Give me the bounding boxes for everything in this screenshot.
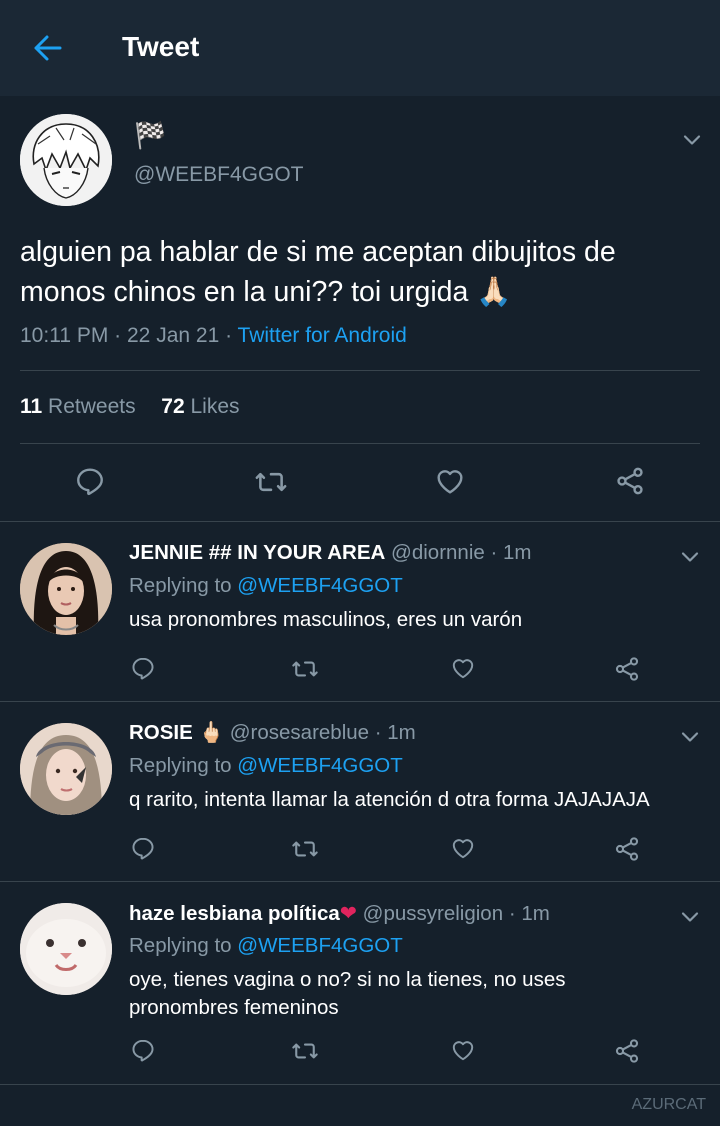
share-icon[interactable]	[613, 835, 641, 863]
likes-stat[interactable]: 72 Likes	[161, 395, 239, 418]
reply-text-line: usa pronombres masculinos, eres un varón	[129, 608, 523, 631]
share-icon[interactable]	[613, 655, 641, 683]
reply-time: · 1m	[369, 721, 416, 744]
retweet-icon[interactable]	[291, 835, 319, 863]
meta-separator: ·	[108, 324, 127, 347]
divider	[0, 701, 720, 702]
reply-text: usa pronombres masculinos, eres un varón	[129, 606, 522, 634]
reply-header: haze lesbiana política❤ @pussyreligion ·…	[129, 901, 550, 926]
reply-author-handle[interactable]: @rosesareblue	[230, 721, 369, 744]
divider	[0, 1084, 720, 1085]
tweet-text: alguien pa hablar de si me aceptan dibuj…	[20, 232, 616, 312]
reply-author-name[interactable]: ROSIE	[129, 721, 193, 744]
tweet-source-link[interactable]: Twitter for Android	[238, 324, 407, 347]
retweet-icon[interactable]	[291, 1037, 319, 1065]
divider	[20, 443, 700, 444]
replying-to-label: Replying to	[129, 754, 232, 777]
divider	[0, 521, 720, 522]
reply-text: oye, tienes vagina o no? si no la tienes…	[129, 966, 566, 1022]
retweets-stat[interactable]: 11 Retweets	[20, 395, 136, 418]
tweet-meta: 10:11 PM · 22 Jan 21 · Twitter for Andro…	[20, 324, 407, 348]
replying-to: Replying to @WEEBF4GGOT	[129, 934, 403, 958]
tweet-stats: 11 Retweets 72 Likes	[20, 395, 240, 419]
chevron-down-icon[interactable]	[678, 725, 702, 749]
reply-author-name[interactable]: haze lesbiana política	[129, 902, 340, 925]
replying-to-handle[interactable]: @WEEBF4GGOT	[237, 574, 402, 597]
author-avatar[interactable]	[20, 114, 112, 206]
retweets-label: Retweets	[48, 395, 136, 418]
share-icon[interactable]	[613, 1037, 641, 1065]
tweet-text-line: monos chinos en la uni?? toi urgida 🙏🏻	[20, 272, 616, 312]
back-arrow-icon[interactable]	[30, 30, 66, 66]
reply-icon[interactable]	[74, 465, 106, 497]
chevron-down-icon[interactable]	[678, 905, 702, 929]
reply-text-line: q rarito, intenta llamar la atención d o…	[129, 788, 650, 811]
retweet-icon[interactable]	[291, 655, 319, 683]
tweet-emoji: 🙏🏻	[476, 276, 512, 308]
tweet-text-line: alguien pa hablar de si me aceptan dibuj…	[20, 236, 616, 268]
author-name-emoji: 🏁	[134, 120, 167, 150]
tweet-text-line-2: monos chinos en la uni?? toi urgida	[20, 276, 469, 308]
reply-icon[interactable]	[130, 835, 156, 861]
replying-to-handle[interactable]: @WEEBF4GGOT	[237, 754, 402, 777]
reply-time: · 1m	[503, 902, 550, 925]
chevron-down-icon[interactable]	[680, 128, 704, 152]
like-icon[interactable]	[450, 1037, 476, 1063]
reply-text: q rarito, intenta llamar la atención d o…	[129, 786, 650, 814]
reply-header: JENNIE ## IN YOUR AREA @diornnie · 1m	[129, 541, 532, 565]
replying-to: Replying to @WEEBF4GGOT	[129, 754, 403, 778]
replying-to-label: Replying to	[129, 934, 232, 957]
likes-label: Likes	[190, 395, 240, 418]
reply-author-handle[interactable]: @pussyreligion	[363, 902, 503, 925]
likes-count: 72	[161, 395, 185, 418]
replying-to: Replying to @WEEBF4GGOT	[129, 574, 403, 598]
like-icon[interactable]	[450, 835, 476, 861]
reply-name-emoji: 🖕🏻	[198, 721, 225, 744]
replying-to-label: Replying to	[129, 574, 232, 597]
divider	[20, 370, 700, 371]
tweet-date: 22 Jan 21	[127, 324, 220, 347]
replying-to-handle[interactable]: @WEEBF4GGOT	[237, 934, 402, 957]
reply-avatar[interactable]	[20, 903, 112, 995]
retweets-count: 11	[20, 395, 43, 418]
top-bar: Tweet	[0, 0, 720, 96]
reply-text-line: oye, tienes vagina o no? si no la tienes…	[129, 968, 566, 991]
reply-icon[interactable]	[130, 1037, 156, 1063]
divider	[0, 881, 720, 882]
like-icon[interactable]	[434, 465, 466, 497]
reply-author-handle[interactable]: @diornnie	[391, 541, 485, 564]
tweet-time: 10:11 PM	[20, 324, 109, 347]
reply-avatar[interactable]	[20, 723, 112, 815]
meta-separator: ·	[219, 324, 238, 347]
author-handle[interactable]: @WEEBF4GGOT	[134, 163, 304, 187]
reply-icon[interactable]	[130, 655, 156, 681]
watermark: AZURCAT	[631, 1096, 706, 1113]
reply-header: ROSIE 🖕🏻 @rosesareblue · 1m	[129, 721, 416, 745]
share-icon[interactable]	[614, 465, 646, 497]
page-title: Tweet	[122, 31, 200, 62]
reply-avatar[interactable]	[20, 543, 112, 635]
reply-author-name[interactable]: JENNIE ## IN YOUR AREA	[129, 541, 385, 564]
reply-text-line: pronombres femeninos	[129, 996, 339, 1019]
like-icon[interactable]	[450, 655, 476, 681]
reply-time: · 1m	[484, 541, 532, 564]
reply-name-emoji: ❤	[339, 902, 357, 925]
retweet-icon[interactable]	[254, 465, 288, 499]
chevron-down-icon[interactable]	[678, 545, 702, 569]
